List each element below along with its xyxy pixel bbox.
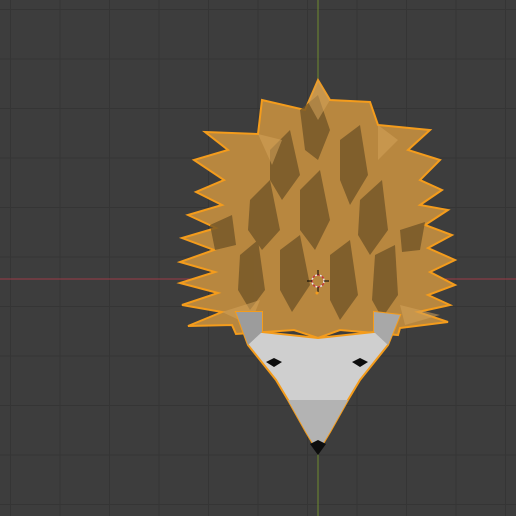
viewport-canvas [0,0,516,516]
hedgehog-object[interactable] [176,77,458,455]
3d-viewport[interactable] [0,0,516,516]
